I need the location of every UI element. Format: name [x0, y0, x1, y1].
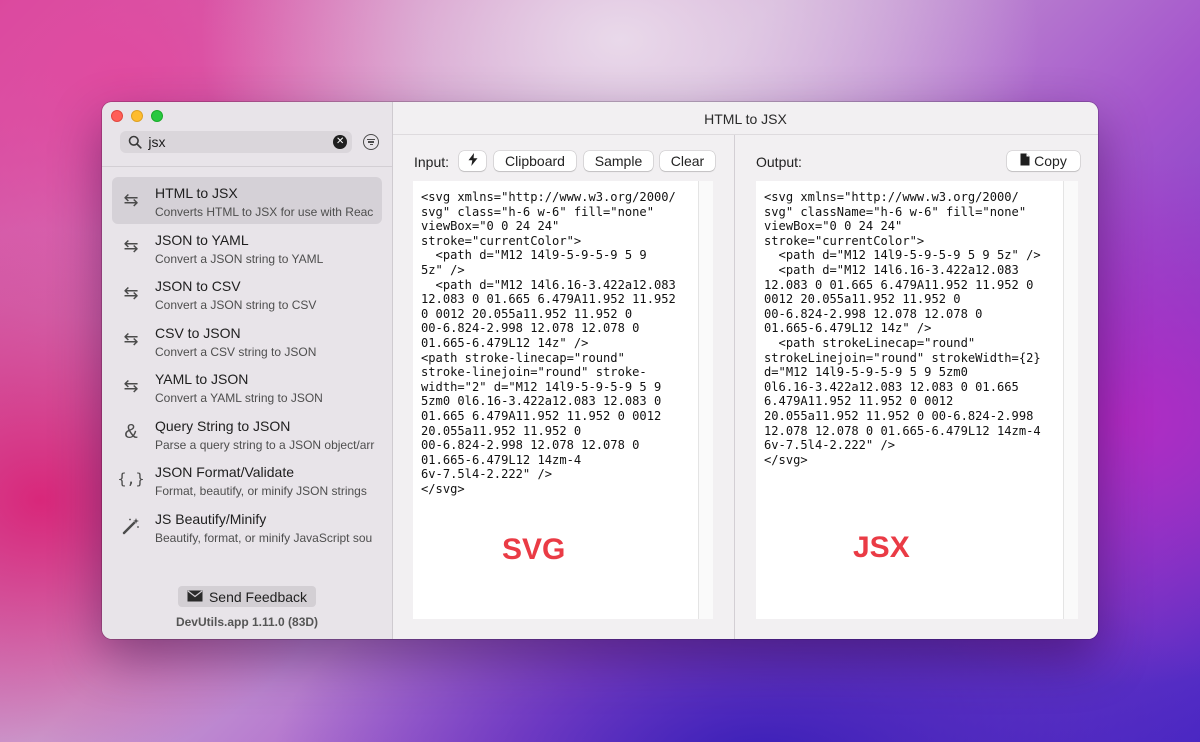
convert-arrows-icon: ⇆ [123, 189, 139, 210]
sidebar-item-json-to-csv[interactable]: ⇆ JSON to CSV Convert a JSON string to C… [112, 270, 382, 317]
sidebar-item-description: Format, beautify, or minify JSON strings [155, 484, 367, 498]
sidebar-item-title: JSON to CSV [155, 278, 241, 294]
main-panel: HTML to JSX Input: Clipboard Sample Clea… [393, 102, 1098, 639]
lightning-icon [468, 153, 478, 169]
sidebar-item-description: Convert a JSON string to YAML [155, 251, 324, 266]
app-version: DevUtils.app 1.11.0 (83D) [175, 615, 319, 629]
copy-label: Copy [1034, 153, 1067, 169]
jsx-annotation: JSX [853, 531, 910, 564]
sidebar-item-title: Query String to JSON [155, 417, 291, 434]
search-input[interactable] [144, 134, 334, 150]
sidebar-item-csv-to-json[interactable]: ⇆ CSV to JSON Convert a CSV string to JS… [112, 317, 382, 364]
ampersand-icon: & [124, 421, 138, 443]
sidebar-item-description: Convert a CSV string to JSON [155, 344, 317, 359]
convert-arrows-icon: ⇆ [123, 329, 139, 349]
convert-arrows-icon: ⇆ [123, 282, 139, 303]
convert-arrows-icon: ⇆ [123, 236, 139, 256]
smart-detect-button[interactable] [459, 151, 486, 171]
sidebar-item-title: CSV to JSON [155, 324, 241, 341]
sidebar-item-yaml-to-json[interactable]: ⇆ YAML to JSON Convert a YAML string to … [112, 363, 382, 410]
send-feedback-label: Send Feedback [208, 588, 308, 605]
copy-button[interactable]: Copy [1007, 151, 1080, 171]
sidebar-item-description: Convert a JSON string to CSV [155, 298, 317, 312]
input-scrollbar[interactable] [698, 181, 713, 619]
sidebar-item-js-beautify-minify[interactable]: JS Beautify/Minify Beautify, format, or … [112, 503, 382, 550]
zoom-window-button[interactable] [151, 110, 163, 122]
window-controls [111, 110, 163, 122]
output-scrollbar[interactable] [1063, 181, 1078, 619]
envelope-icon [187, 589, 203, 605]
sidebar-item-json-to-yaml[interactable]: ⇆ JSON to YAML Convert a JSON string to … [112, 224, 382, 271]
minimize-window-button[interactable] [131, 110, 143, 122]
sidebar-item-json-format-validate[interactable]: {,} JSON Format/Validate Format, beautif… [112, 456, 382, 503]
sidebar-divider [102, 166, 392, 167]
tool-list: ⇆ HTML to JSX Converts HTML to JSX for u… [112, 177, 382, 549]
clear-search-icon[interactable]: ✕ [333, 135, 347, 149]
pane-divider[interactable] [734, 135, 735, 639]
sidebar-item-query-string-to-json[interactable]: & Query String to JSON Parse a query str… [112, 410, 382, 457]
curly-braces-icon: {,} [117, 470, 145, 488]
clipboard-button[interactable]: Clipboard [494, 151, 576, 171]
magic-wand-icon [116, 503, 146, 549]
search-field: ✕ [120, 131, 352, 153]
convert-arrows-icon: ⇆ [123, 375, 139, 396]
sidebar-item-title: JSON to YAML [155, 231, 249, 248]
input-label: Input: [414, 154, 450, 170]
window-title: HTML to JSX [704, 111, 787, 127]
input-code[interactable]: <svg xmlns="http://www.w3.org/2000/ svg"… [413, 181, 713, 496]
sidebar-item-title: HTML to JSX [155, 185, 238, 201]
document-icon [1020, 153, 1030, 169]
sidebar: ✕ ⇆ HTML to JSX Converts HTML to JSX for… [102, 102, 393, 639]
input-editor[interactable]: <svg xmlns="http://www.w3.org/2000/ svg"… [413, 181, 713, 619]
titlebar-divider [393, 134, 1098, 135]
sidebar-item-title: JS Beautify/Minify [155, 510, 267, 527]
close-window-button[interactable] [111, 110, 123, 122]
clear-button[interactable]: Clear [660, 151, 715, 171]
output-editor[interactable]: <svg xmlns="http://www.w3.org/2000/ svg"… [756, 181, 1078, 619]
send-feedback-button[interactable]: Send Feedback [178, 586, 316, 607]
sidebar-item-description: Parse a query string to a JSON object/ar… [155, 437, 375, 452]
sidebar-item-description: Converts HTML to JSX for use with Reac [155, 205, 374, 219]
app-window: ✕ ⇆ HTML to JSX Converts HTML to JSX for… [102, 102, 1098, 639]
search-icon [125, 135, 144, 149]
sidebar-item-title: JSON Format/Validate [155, 464, 295, 480]
filter-icon[interactable] [363, 134, 379, 150]
output-code[interactable]: <svg xmlns="http://www.w3.org/2000/ svg"… [756, 181, 1078, 467]
svg-annotation: SVG [502, 533, 566, 566]
sidebar-item-description: Beautify, format, or minify JavaScript s… [155, 530, 373, 545]
sidebar-item-description: Convert a YAML string to JSON [155, 391, 323, 405]
sidebar-item-html-to-jsx[interactable]: ⇆ HTML to JSX Converts HTML to JSX for u… [112, 177, 382, 224]
sidebar-item-title: YAML to JSON [155, 371, 249, 387]
sample-button[interactable]: Sample [584, 151, 653, 171]
output-label: Output: [756, 154, 802, 170]
